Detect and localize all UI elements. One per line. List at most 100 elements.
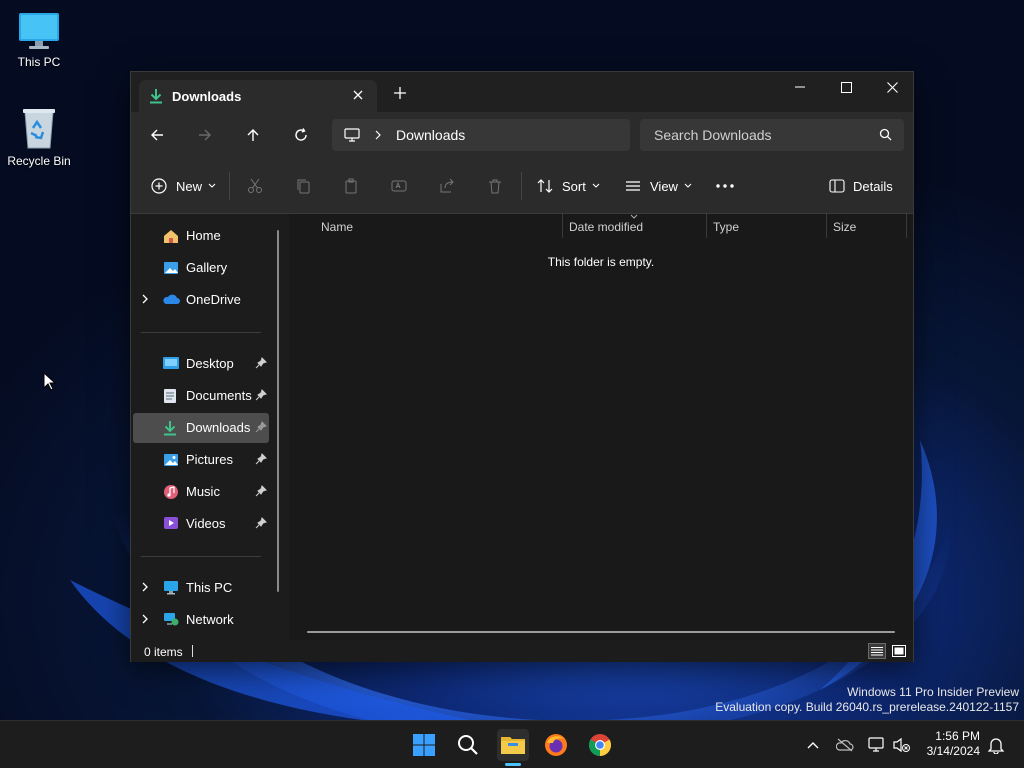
delete-button[interactable] [487,176,503,196]
clock-date: 3/14/2024 [926,744,980,758]
column-header-date-modified[interactable]: Date modified [569,220,643,234]
pin-icon [255,389,267,401]
details-pane-button[interactable]: Details [829,176,893,196]
search-icon [879,128,892,141]
close-icon [353,90,363,100]
search-box[interactable]: Search Downloads [640,119,904,151]
address-location: Downloads [396,127,466,143]
title-bar[interactable]: Downloads [131,72,913,112]
close-icon [886,81,898,93]
sidebar-item-documents[interactable]: Documents [133,381,269,411]
music-icon [164,485,178,499]
chrome-icon [589,734,611,756]
notifications-button[interactable] [986,735,1006,755]
copy-button[interactable] [295,176,311,196]
paste-button[interactable] [343,176,359,196]
column-header-size[interactable]: Size [833,220,856,234]
onedrive-cloud-icon [163,294,180,304]
tiles-view-button[interactable] [890,643,908,659]
chrome-button[interactable] [584,729,616,761]
trash-icon [489,179,501,194]
close-window-button[interactable] [869,72,915,102]
cloud-offline-icon [836,738,854,752]
minimize-icon [795,86,805,88]
forward-button[interactable] [195,125,215,145]
horizontal-scrollbar[interactable] [307,631,895,633]
new-button[interactable]: New [151,176,216,196]
sidebar-item-label: Documents [186,388,252,403]
navigation-pane: Home Gallery OneDrive Desktop Documents … [131,214,289,640]
column-header-name[interactable]: Name [321,220,353,234]
sidebar-item-label: Pictures [186,452,233,467]
cut-button[interactable] [247,176,263,196]
sidebar-item-this-pc[interactable]: This PC [133,573,269,603]
firefox-button[interactable] [540,729,572,761]
onedrive-tray-button[interactable] [835,735,855,755]
sidebar-item-onedrive[interactable]: OneDrive [133,285,269,315]
sidebar-item-pictures[interactable]: Pictures [133,445,269,475]
watermark-line: Windows 11 Pro Insider Preview [847,685,1019,699]
home-icon [164,230,178,243]
details-pane-icon [829,179,845,193]
chevron-right-icon [375,130,381,140]
chevron-down-icon [208,183,216,188]
sidebar-item-network[interactable]: Network [133,605,269,635]
clipboard-icon [345,178,357,194]
share-button[interactable] [439,176,455,196]
file-explorer-window: Downloads Downloads Search Downloads New… [130,71,914,662]
column-separator[interactable] [706,214,707,238]
arrow-right-icon [199,129,211,141]
tab-title: Downloads [172,88,242,104]
sidebar-divider [141,556,261,557]
maximize-button[interactable] [823,72,869,102]
column-separator[interactable] [826,214,827,238]
sidebar-item-label: OneDrive [186,292,241,307]
volume-tray-button[interactable] [892,735,912,755]
new-tab-button[interactable] [393,86,409,102]
tab-close-button[interactable] [349,86,367,104]
sidebar-item-music[interactable]: Music [133,477,269,507]
pictures-icon [164,454,178,466]
search-input[interactable]: Search Downloads [654,127,772,143]
search-button[interactable] [452,729,484,761]
sidebar-item-home[interactable]: Home [133,221,269,251]
network-status-icon [868,737,884,752]
status-separator [192,645,193,657]
network-tray-button[interactable] [867,735,887,755]
column-header-type[interactable]: Type [713,220,739,234]
column-separator[interactable] [906,214,907,238]
column-separator[interactable] [562,214,563,238]
refresh-button[interactable] [291,125,311,145]
desktop-icon-this-pc[interactable]: This PC [0,11,78,69]
maximize-icon [840,81,852,93]
up-button[interactable] [243,125,263,145]
sidebar-item-downloads[interactable]: Downloads [133,413,269,443]
back-button[interactable] [147,125,167,145]
sidebar-item-desktop[interactable]: Desktop [133,349,269,379]
file-explorer-taskbar-button[interactable] [497,729,529,761]
sidebar-item-gallery[interactable]: Gallery [133,253,269,283]
clock[interactable]: 1:56 PM 3/14/2024 [918,729,980,759]
navigation-scrollbar[interactable] [277,230,279,592]
tab-downloads[interactable]: Downloads [139,80,377,112]
minimize-button[interactable] [777,72,823,102]
view-button[interactable]: View [625,176,692,196]
show-hidden-icons-button[interactable] [803,735,823,755]
rename-button[interactable] [391,176,407,196]
more-options-button[interactable] [715,176,735,196]
folder-icon [501,737,525,754]
desktop-icon-recycle-bin[interactable]: Recycle Bin [0,106,78,168]
document-icon [164,389,176,403]
toolbar-divider [229,172,230,200]
address-bar[interactable]: Downloads [332,119,630,151]
view-list-icon [626,181,640,191]
start-button[interactable] [408,729,440,761]
windows-logo-icon [413,734,435,756]
firefox-icon [545,734,567,756]
sidebar-item-videos[interactable]: Videos [133,509,269,539]
sort-button[interactable]: Sort [537,176,600,196]
arrow-left-icon [151,129,163,141]
details-view-button[interactable] [868,643,886,659]
sidebar-item-label: Downloads [186,420,251,435]
running-indicator [505,763,521,766]
